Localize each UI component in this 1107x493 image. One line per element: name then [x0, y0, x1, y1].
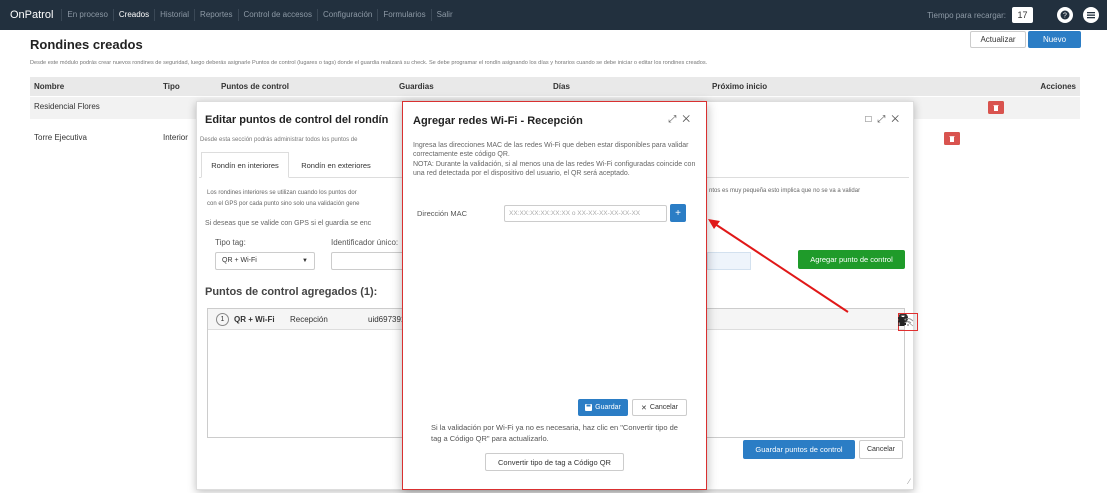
interior-info-right: ntos es muy pequeña esto implica que no … [709, 188, 861, 194]
topbar-right: Tiempo para recargar: 17 ? [927, 0, 1099, 30]
added-points-title: Puntos de control agregados (1): [205, 286, 378, 298]
row-type: Interior [163, 133, 188, 142]
save-icon [585, 404, 593, 411]
close-icon: ✕ [641, 404, 647, 412]
convert-to-qr-button[interactable]: Convertir tipo de tag a Código QR [485, 453, 624, 471]
wifi-note: NOTA: Durante la validación, si al menos… [413, 160, 696, 178]
nav-salir[interactable]: Salir [430, 9, 458, 21]
point-uid: uid697391 [368, 315, 406, 324]
expand-icon[interactable]: ⤢ [877, 114, 891, 125]
update-button[interactable]: Actualizar [970, 31, 1026, 48]
col-acciones: Acciones [1040, 82, 1076, 91]
table-header: Nombre Tipo Puntos de control Guardias D… [30, 77, 1080, 96]
add-mac-button[interactable]: + [670, 204, 686, 222]
tag-type-label: Tipo tag: [215, 238, 246, 247]
expand-icon[interactable]: ⤢ [668, 114, 682, 125]
cancel-button[interactable]: Cancelar [859, 440, 903, 459]
point-name: Recepción [290, 315, 328, 324]
wifi-modal-title: Agregar redes Wi-Fi - Recepción [413, 115, 583, 127]
wifi-networks-modal: Agregar redes Wi-Fi - Recepción ⤢✕ Ingre… [402, 101, 707, 490]
col-proximo: Próximo inicio [712, 82, 768, 91]
menu-icon[interactable] [1083, 7, 1099, 23]
col-puntos: Puntos de control [221, 82, 289, 91]
wifi-modal-controls: ⤢✕ [668, 114, 696, 125]
nav-creados[interactable]: Creados [112, 9, 154, 21]
edit-modal-controls: □⤢✕ [865, 114, 905, 125]
tag-type-select[interactable]: QR + Wi-Fi ▼ [215, 252, 315, 270]
col-dias: Días [553, 82, 570, 91]
col-nombre: Nombre [34, 82, 65, 91]
tab-exteriores[interactable]: Rondín en exteriores [291, 152, 381, 178]
unique-id-label: Identificador único: [331, 238, 399, 247]
reload-time-input[interactable]: 17 [1012, 7, 1033, 23]
row-name: Torre Ejecutiva [34, 133, 87, 142]
help-icon[interactable]: ? [1057, 7, 1073, 23]
nav-configuracion[interactable]: Configuración [317, 9, 377, 21]
convert-note: Si la validación por Wi-Fi ya no es nece… [431, 423, 678, 443]
mac-address-input[interactable]: XX:XX:XX:XX:XX:XX o XX-XX-XX-XX-XX-XX [504, 205, 667, 222]
mac-label: Dirección MAC [417, 209, 468, 218]
plus-icon: + [675, 207, 681, 219]
close-icon[interactable]: ✕ [891, 114, 905, 125]
tag-type-value: QR + Wi-Fi [222, 257, 257, 264]
page-title: Rondines creados [30, 37, 143, 52]
edit-modal-title: Editar puntos de control del rondín [205, 114, 389, 126]
minimize-icon[interactable]: □ [865, 114, 877, 125]
cancel-label: Cancelar [649, 404, 678, 411]
save-points-button[interactable]: Guardar puntos de control [743, 440, 855, 459]
delete-icon[interactable] [988, 101, 1004, 114]
reload-label: Tiempo para recargar: [927, 10, 1006, 20]
cancel-wifi-button[interactable]: ✕ Cancelar [632, 399, 687, 416]
nav-control-accesos[interactable]: Control de accesos [237, 9, 317, 21]
save-label: Guardar [595, 404, 621, 411]
add-point-button[interactable]: Agregar punto de control [798, 250, 905, 269]
edit-modal-description: Desde esta sección podrás administrar to… [200, 137, 358, 143]
row-name: Residencial Flores [34, 102, 100, 111]
trash-icon[interactable] [898, 313, 906, 334]
brand-logo[interactable]: OnPatrol [0, 9, 61, 21]
nav-reportes[interactable]: Reportes [194, 9, 237, 21]
new-button[interactable]: Nuevo [1028, 31, 1081, 48]
top-navbar: OnPatrol En proceso Creados Historial Re… [0, 0, 1107, 30]
delete-icon[interactable] [944, 132, 960, 145]
mac-input-extension [707, 252, 751, 270]
nav-en-proceso[interactable]: En proceso [61, 9, 112, 21]
gps-info: Si deseas que se valide con GPS si el gu… [205, 220, 372, 227]
page-description: Desde este módulo podrás crear nuevos ro… [30, 60, 708, 66]
nav-formularios[interactable]: Formularios [377, 9, 430, 21]
save-wifi-button[interactable]: Guardar [578, 399, 628, 416]
point-type: QR + Wi-Fi [234, 315, 275, 324]
wifi-description: Ingresa las direcciones MAC de las redes… [413, 142, 689, 159]
resize-handle-icon[interactable]: ∕ [909, 477, 910, 486]
close-icon[interactable]: ✕ [682, 114, 696, 125]
col-guardias: Guardias [399, 82, 434, 91]
tab-interiores[interactable]: Rondín en interiores [201, 152, 289, 178]
svg-text:?: ? [1063, 13, 1067, 20]
nav-historial[interactable]: Historial [154, 9, 194, 21]
point-number: 1 [216, 313, 229, 326]
chevron-down-icon: ▼ [302, 258, 308, 264]
wifi-modal-description: Ingresa las direcciones MAC de las redes… [413, 141, 698, 179]
col-tipo: Tipo [163, 82, 180, 91]
